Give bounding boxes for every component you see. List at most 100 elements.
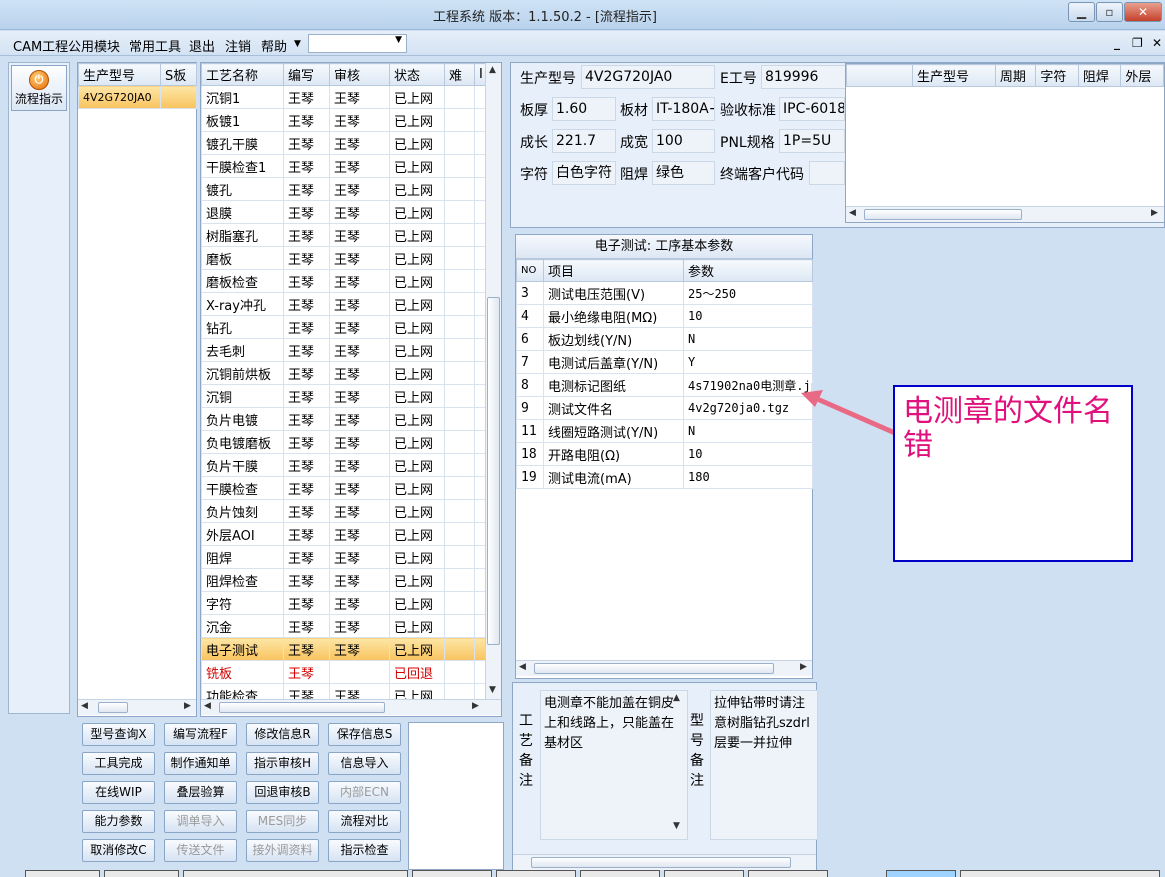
- menu-common-modules[interactable]: 公用模块: [68, 36, 120, 55]
- table-row[interactable]: 镀孔干膜 王琴 王琴 已上网: [201, 131, 486, 155]
- table-row[interactable]: 沉金 王琴 王琴 已上网: [201, 614, 486, 638]
- process-hscroll[interactable]: ◀ ▶: [201, 699, 501, 715]
- process-vscroll[interactable]: ▲ ▼: [485, 63, 501, 701]
- table-row[interactable]: 沉铜1 王琴 王琴 已上网: [201, 85, 486, 109]
- action-button[interactable]: 接外调资料: [246, 839, 319, 862]
- action-button[interactable]: 在线WIP: [82, 781, 155, 804]
- action-button[interactable]: 保存信息S: [328, 723, 401, 746]
- table-row[interactable]: 沉铜前烘板 王琴 王琴 已上网: [201, 361, 486, 385]
- taskbar-item[interactable]: [25, 870, 100, 877]
- action-button[interactable]: 编写流程F: [164, 723, 237, 746]
- taskbar-item[interactable]: [183, 870, 408, 877]
- col-period[interactable]: 周期: [994, 64, 1037, 87]
- char-field[interactable]: 白色字符: [552, 161, 616, 185]
- table-row[interactable]: 7 电测试后盖章(Y/N) Y: [516, 350, 813, 374]
- table-row[interactable]: 负片蚀刻 王琴 王琴 已上网: [201, 499, 486, 523]
- pnl-field[interactable]: 1P=5U: [779, 129, 845, 153]
- scroll-right-icon[interactable]: ▶: [1151, 208, 1158, 218]
- scroll-down-icon[interactable]: ▼: [673, 821, 680, 831]
- table-row[interactable]: X-ray冲孔 王琴 王琴 已上网: [201, 292, 486, 316]
- action-button[interactable]: 制作通知单: [164, 752, 237, 775]
- taskbar-item[interactable]: [496, 870, 576, 877]
- action-button[interactable]: 能力参数: [82, 810, 155, 833]
- taskbar-item[interactable]: [580, 870, 660, 877]
- scroll-left-icon[interactable]: ◀: [849, 208, 856, 218]
- material-field[interactable]: IT-180A+: [652, 97, 715, 121]
- table-row[interactable]: 阻焊检查 王琴 王琴 已上网: [201, 568, 486, 592]
- action-button[interactable]: 传送文件: [164, 839, 237, 862]
- customer-field[interactable]: [809, 161, 845, 185]
- table-row[interactable]: 6 板边划线(Y/N) N: [516, 327, 813, 351]
- table-row[interactable]: 去毛刺 王琴 王琴 已上网: [201, 338, 486, 362]
- params-hscroll[interactable]: ◀ ▶: [516, 660, 812, 676]
- menu-tools[interactable]: 常用工具: [129, 36, 181, 55]
- taskbar-item[interactable]: [748, 870, 828, 877]
- scroll-thumb[interactable]: [219, 702, 385, 713]
- table-row[interactable]: 树脂塞孔 王琴 王琴 已上网: [201, 223, 486, 247]
- mdi-close-icon[interactable]: ✕: [1152, 36, 1162, 50]
- scroll-up-icon[interactable]: ▲: [673, 693, 680, 703]
- table-row[interactable]: 19 测试电流(mA) 180: [516, 465, 813, 489]
- scroll-up-icon[interactable]: ▲: [489, 65, 496, 75]
- table-row[interactable]: 干膜检查 王琴 王琴 已上网: [201, 476, 486, 500]
- taskbar-item[interactable]: [886, 870, 956, 877]
- action-button[interactable]: 叠层验算: [164, 781, 237, 804]
- action-button[interactable]: 修改信息R: [246, 723, 319, 746]
- action-button[interactable]: 指示审核H: [246, 752, 319, 775]
- menu-cam[interactable]: CAM工程: [13, 36, 68, 55]
- accept-field[interactable]: IPC-6018: [779, 97, 845, 121]
- table-row[interactable]: 负电镀磨板 王琴 王琴 已上网: [201, 430, 486, 454]
- table-row[interactable]: 沉铜 王琴 王琴 已上网: [201, 384, 486, 408]
- scroll-thumb[interactable]: [864, 209, 1022, 220]
- model-list-hscroll[interactable]: ◀ ▶: [78, 699, 196, 715]
- mdi-restore-icon[interactable]: ❐: [1132, 36, 1143, 50]
- minimize-button[interactable]: ▁: [1068, 2, 1095, 22]
- menu-help[interactable]: 帮助: [261, 36, 287, 55]
- action-button[interactable]: 型号查询X: [82, 723, 155, 746]
- col-extra[interactable]: I: [474, 63, 486, 86]
- table-row[interactable]: 字符 王琴 王琴 已上网: [201, 591, 486, 615]
- table-row[interactable]: 钻孔 王琴 王琴 已上网: [201, 315, 486, 339]
- chevron-down-icon[interactable]: ▼: [294, 39, 301, 49]
- col-model[interactable]: 生产型号: [911, 64, 996, 87]
- mask-field[interactable]: 绿色: [652, 161, 715, 185]
- model-field[interactable]: 4V2G720JA0: [581, 65, 715, 89]
- col-s-board[interactable]: S板: [160, 63, 197, 86]
- action-button[interactable]: MES同步: [246, 810, 319, 833]
- menu-logout[interactable]: 注销: [225, 36, 251, 55]
- col-item[interactable]: 项目: [543, 259, 684, 282]
- col-reviewer[interactable]: 审核: [329, 63, 390, 86]
- col-value[interactable]: 参数: [683, 259, 813, 282]
- col-writer[interactable]: 编写: [283, 63, 330, 86]
- col-difficulty[interactable]: 难: [444, 63, 475, 86]
- scroll-right-icon[interactable]: ▶: [184, 701, 191, 711]
- scroll-left-icon[interactable]: ◀: [81, 701, 88, 711]
- table-row[interactable]: 磨板 王琴 王琴 已上网: [201, 246, 486, 270]
- table-row[interactable]: 8 电测标记图纸 4s71902na0电测章.jpg: [516, 373, 813, 397]
- col-blank[interactable]: [846, 64, 913, 87]
- table-row[interactable]: 镀孔 王琴 王琴 已上网: [201, 177, 486, 201]
- scroll-thumb[interactable]: [534, 663, 774, 674]
- maximize-button[interactable]: ▫: [1096, 2, 1123, 22]
- scroll-right-icon[interactable]: ▶: [472, 701, 479, 711]
- table-row[interactable]: 9 测试文件名 4v2g720ja0.tgz: [516, 396, 813, 420]
- thickness-field[interactable]: 1.60: [552, 97, 616, 121]
- scroll-right-icon[interactable]: ▶: [800, 662, 807, 672]
- close-button[interactable]: ✕: [1124, 2, 1162, 22]
- action-button[interactable]: 调单导入: [164, 810, 237, 833]
- col-mask[interactable]: 阻焊: [1077, 64, 1122, 87]
- table-row[interactable]: 4V2G720JA0: [78, 85, 197, 109]
- col-process-name[interactable]: 工艺名称: [201, 63, 284, 86]
- scroll-left-icon[interactable]: ◀: [519, 662, 526, 672]
- taskbar-item[interactable]: [960, 870, 1160, 877]
- table-row[interactable]: 阻焊 王琴 王琴 已上网: [201, 545, 486, 569]
- notes-hscroll[interactable]: [513, 854, 816, 870]
- col-model[interactable]: 生产型号: [78, 63, 161, 86]
- table-row[interactable]: 外层AOI 王琴 王琴 已上网: [201, 522, 486, 546]
- col-status[interactable]: 状态: [389, 63, 445, 86]
- table-row[interactable]: 铣板 王琴 已回退: [201, 660, 486, 684]
- menu-exit[interactable]: 退出: [189, 36, 215, 55]
- scroll-thumb[interactable]: [531, 857, 791, 868]
- length-field[interactable]: 221.7: [552, 129, 616, 153]
- table-row[interactable]: 磨板检查 王琴 王琴 已上网: [201, 269, 486, 293]
